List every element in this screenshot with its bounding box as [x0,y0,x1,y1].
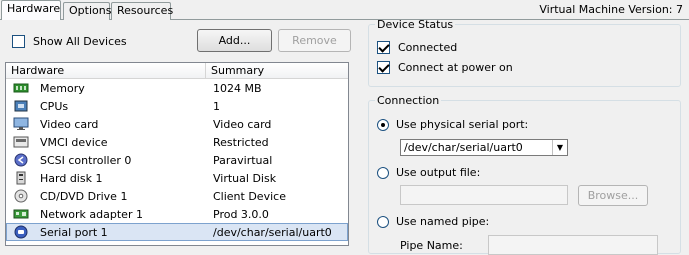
show-all-devices-checkbox[interactable]: Show All Devices [12,35,127,48]
device-status-title: Device Status [377,18,454,31]
tab-options[interactable]: Options [63,2,111,20]
list-item-summary: Paravirtual [213,153,273,167]
list-item[interactable]: Video card Video card [6,115,348,133]
cd-dvd-icon [13,189,29,203]
checkbox-checked-icon[interactable] [377,61,390,74]
list-item[interactable]: Memory 1024 MB [6,79,348,97]
list-item-label: Hard disk 1 [40,171,103,185]
list-item[interactable]: Serial port 1 /dev/char/serial/uart0 [6,223,348,241]
radio-selected-icon[interactable] [377,118,389,131]
pipe-name-input[interactable] [488,235,658,255]
list-item[interactable]: VMCI device Restricted [6,133,348,151]
list-item[interactable]: Hard disk 1 Virtual Disk [6,169,348,187]
serial-port-icon [13,225,29,239]
vm-version-label: Virtual Machine Version: 7 [539,3,683,16]
list-item[interactable]: SCSI controller 0 Paravirtual [6,151,348,169]
connect-at-power-on-checkbox[interactable]: Connect at power on [377,61,513,74]
column-header-hardware[interactable]: Hardware [6,63,206,78]
list-item-label: Video card [40,117,99,131]
hardware-list[interactable]: Hardware Summary Memory 1024 MB CPUs 1 V… [5,62,349,246]
memory-icon [13,81,29,95]
list-item[interactable]: Network adapter 1 Prod 3.0.0 [6,205,348,223]
list-item-summary: Virtual Disk [213,171,277,185]
hard-disk-icon [13,171,29,185]
checkbox-checked-icon[interactable] [377,41,390,54]
list-item-summary: 1 [213,99,220,113]
use-physical-port-radio[interactable]: Use physical serial port: [377,118,528,131]
list-item-label: CD/DVD Drive 1 [40,189,128,203]
device-status-group: Device Status Connected Connect at power… [368,18,681,87]
list-item[interactable]: CD/DVD Drive 1 Client Device [6,187,348,205]
list-item-summary: Video card [213,117,272,131]
show-all-devices-label: Show All Devices [33,35,127,48]
hardware-panel: Show All Devices Add... Remove Hardware … [4,24,351,247]
list-header: Hardware Summary [6,63,348,79]
tab-hardware[interactable]: Hardware [1,0,61,20]
use-named-pipe-label: Use named pipe: [396,215,490,228]
use-output-file-label: Use output file: [396,166,481,179]
monitor-icon [13,117,29,131]
vmci-device-icon [13,135,29,149]
checkbox-icon[interactable] [12,35,25,48]
tab-bar: Hardware Options Resources Virtual Machi… [0,0,689,20]
list-item-summary: Prod 3.0.0 [213,207,269,221]
list-item[interactable]: CPUs 1 [6,97,348,115]
list-item-label: Network adapter 1 [40,207,143,221]
scsi-controller-icon [13,153,29,167]
list-item-label: CPUs [40,99,69,113]
list-item-label: VMCI device [40,135,108,149]
use-output-file-radio[interactable]: Use output file: [377,166,480,179]
add-button[interactable]: Add... [197,29,272,52]
device-settings-panel: Device Status Connected Connect at power… [368,18,689,255]
list-item-label: Memory [40,81,85,95]
list-item-label: Serial port 1 [40,225,108,239]
tab-resources[interactable]: Resources [111,2,173,20]
radio-icon[interactable] [377,215,389,228]
list-item-summary: Client Device [213,189,286,203]
pipe-name-label: Pipe Name: [400,239,463,252]
column-header-summary[interactable]: Summary [206,63,348,78]
cpu-icon [13,99,29,113]
radio-icon[interactable] [377,166,389,179]
use-named-pipe-radio[interactable]: Use named pipe: [377,215,489,228]
use-physical-port-label: Use physical serial port: [396,118,529,131]
connected-label: Connected [398,41,458,54]
list-item-label: SCSI controller 0 [40,153,132,167]
connection-title: Connection [377,94,440,107]
list-item-summary: Restricted [213,135,269,149]
browse-button[interactable]: Browse... [578,185,648,206]
physical-port-value: /dev/char/serial/uart0 [404,141,523,154]
network-adapter-icon [13,207,29,221]
chevron-down-icon[interactable]: ▼ [552,140,567,155]
connect-at-power-on-label: Connect at power on [398,61,513,74]
list-item-summary: 1024 MB [213,81,262,95]
physical-port-select[interactable]: /dev/char/serial/uart0 ▼ [400,139,568,156]
output-file-input[interactable] [400,185,568,205]
remove-button[interactable]: Remove [278,29,351,52]
connected-checkbox[interactable]: Connected [377,41,457,54]
list-item-summary: /dev/char/serial/uart0 [213,225,332,239]
connection-group: Connection Use physical serial port: /de… [368,94,681,255]
